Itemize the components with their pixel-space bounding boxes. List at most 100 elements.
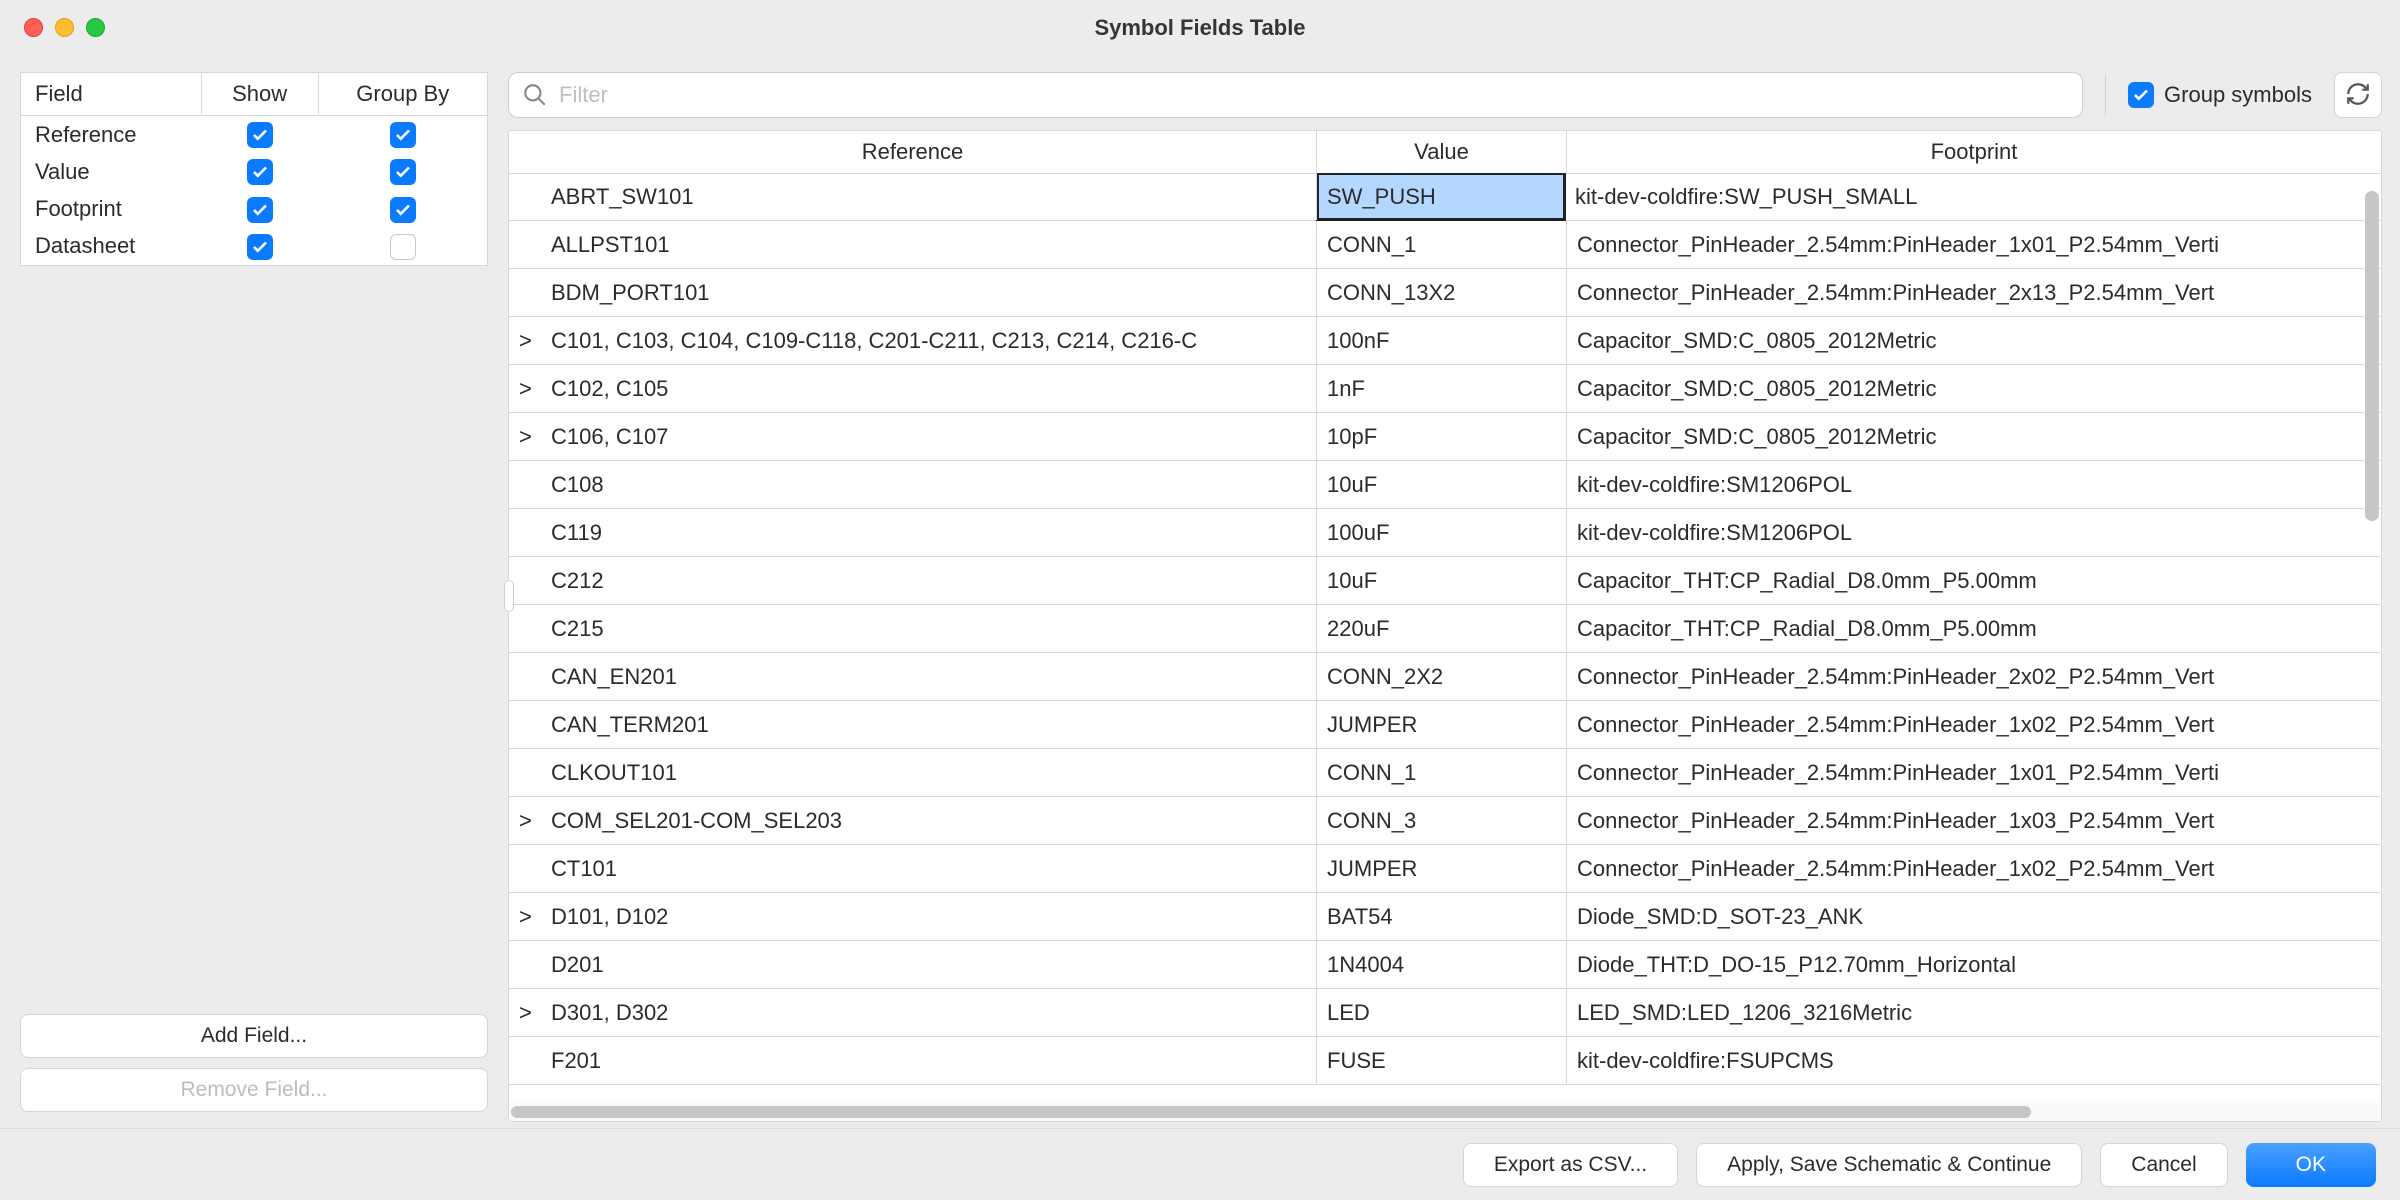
cell-value[interactable]: FUSE: [1317, 1037, 1567, 1084]
cell-footprint[interactable]: kit-dev-coldfire:SM1206POL: [1567, 461, 2381, 508]
table-row[interactable]: CLKOUT101CONN_1Connector_PinHeader_2.54m…: [509, 749, 2381, 797]
cell-reference[interactable]: D201: [509, 941, 1317, 988]
table-row[interactable]: ABRT_SW101SW_PUSHkit-dev-coldfire:SW_PUS…: [509, 173, 2381, 221]
cell-footprint[interactable]: Connector_PinHeader_2.54mm:PinHeader_1x0…: [1567, 797, 2381, 844]
scroll-thumb[interactable]: [511, 1106, 2031, 1118]
cell-value[interactable]: BAT54: [1317, 893, 1567, 940]
table-row[interactable]: >C106, C10710pFCapacitor_SMD:C_0805_2012…: [509, 413, 2381, 461]
table-row[interactable]: CAN_EN201CONN_2X2Connector_PinHeader_2.5…: [509, 653, 2381, 701]
cell-value[interactable]: LED: [1317, 989, 1567, 1036]
expand-chevron-icon[interactable]: >: [519, 1000, 532, 1026]
cell-reference[interactable]: >COM_SEL201-COM_SEL203: [509, 797, 1317, 844]
cell-footprint[interactable]: Connector_PinHeader_2.54mm:PinHeader_1x0…: [1567, 845, 2381, 892]
cell-reference[interactable]: >C101, C103, C104, C109-C118, C201-C211,…: [509, 317, 1317, 364]
cell-value[interactable]: 220uF: [1317, 605, 1567, 652]
cell-footprint[interactable]: kit-dev-coldfire:SM1206POL: [1567, 509, 2381, 556]
table-row[interactable]: ALLPST101CONN_1Connector_PinHeader_2.54m…: [509, 221, 2381, 269]
cell-reference[interactable]: C108: [509, 461, 1317, 508]
cell-value[interactable]: 100nF: [1317, 317, 1567, 364]
table-row[interactable]: C10810uFkit-dev-coldfire:SM1206POL: [509, 461, 2381, 509]
table-row[interactable]: F201FUSEkit-dev-coldfire:FSUPCMS: [509, 1037, 2381, 1085]
table-row[interactable]: C215220uFCapacitor_THT:CP_Radial_D8.0mm_…: [509, 605, 2381, 653]
group-checkbox[interactable]: [390, 159, 416, 185]
table-row[interactable]: C21210uFCapacitor_THT:CP_Radial_D8.0mm_P…: [509, 557, 2381, 605]
cell-reference[interactable]: CAN_EN201: [509, 653, 1317, 700]
expand-chevron-icon[interactable]: >: [519, 904, 532, 930]
export-csv-button[interactable]: Export as CSV...: [1463, 1143, 1678, 1187]
cell-footprint[interactable]: Capacitor_SMD:C_0805_2012Metric: [1567, 413, 2381, 460]
cell-reference[interactable]: F201: [509, 1037, 1317, 1084]
cell-footprint[interactable]: Connector_PinHeader_2.54mm:PinHeader_1x0…: [1567, 701, 2381, 748]
group-checkbox[interactable]: [390, 122, 416, 148]
cell-reference[interactable]: >D301, D302: [509, 989, 1317, 1036]
cell-value[interactable]: 1N4004: [1317, 941, 1567, 988]
cell-value[interactable]: CONN_13X2: [1317, 269, 1567, 316]
cell-footprint[interactable]: Diode_SMD:D_SOT-23_ANK: [1567, 893, 2381, 940]
cell-reference[interactable]: CT101: [509, 845, 1317, 892]
cell-footprint[interactable]: Connector_PinHeader_2.54mm:PinHeader_2x1…: [1567, 269, 2381, 316]
cell-footprint[interactable]: Capacitor_SMD:C_0805_2012Metric: [1567, 317, 2381, 364]
cell-reference[interactable]: BDM_PORT101: [509, 269, 1317, 316]
col-footprint[interactable]: Footprint: [1567, 131, 2381, 173]
cell-value[interactable]: JUMPER: [1317, 845, 1567, 892]
cell-value[interactable]: CONN_2X2: [1317, 653, 1567, 700]
group-symbols-checkbox[interactable]: [2128, 82, 2154, 108]
cell-reference[interactable]: ABRT_SW101: [509, 173, 1317, 220]
cell-footprint[interactable]: kit-dev-coldfire:SW_PUSH_SMALL: [1565, 173, 2381, 220]
add-field-button[interactable]: Add Field...: [20, 1014, 488, 1058]
cell-reference[interactable]: >C106, C107: [509, 413, 1317, 460]
cell-reference[interactable]: >C102, C105: [509, 365, 1317, 412]
cell-footprint[interactable]: kit-dev-coldfire:FSUPCMS: [1567, 1037, 2381, 1084]
cell-value[interactable]: SW_PUSH: [1316, 173, 1566, 221]
table-row[interactable]: C119100uFkit-dev-coldfire:SM1206POL: [509, 509, 2381, 557]
cell-reference[interactable]: CAN_TERM201: [509, 701, 1317, 748]
cell-value[interactable]: CONN_1: [1317, 221, 1567, 268]
table-row[interactable]: CAN_TERM201JUMPERConnector_PinHeader_2.5…: [509, 701, 2381, 749]
table-row[interactable]: >C101, C103, C104, C109-C118, C201-C211,…: [509, 317, 2381, 365]
cell-reference[interactable]: C215: [509, 605, 1317, 652]
group-checkbox[interactable]: [390, 234, 416, 260]
cell-footprint[interactable]: Capacitor_SMD:C_0805_2012Metric: [1567, 365, 2381, 412]
cell-value[interactable]: 1nF: [1317, 365, 1567, 412]
cell-value[interactable]: 100uF: [1317, 509, 1567, 556]
group-symbols-option[interactable]: Group symbols: [2128, 82, 2312, 108]
expand-chevron-icon[interactable]: >: [519, 376, 532, 402]
table-row[interactable]: >D101, D102BAT54Diode_SMD:D_SOT-23_ANK: [509, 893, 2381, 941]
apply-save-button[interactable]: Apply, Save Schematic & Continue: [1696, 1143, 2082, 1187]
cell-value[interactable]: 10uF: [1317, 557, 1567, 604]
expand-chevron-icon[interactable]: >: [519, 424, 532, 450]
close-window-button[interactable]: [24, 18, 43, 37]
cell-reference[interactable]: C119: [509, 509, 1317, 556]
cell-footprint[interactable]: Connector_PinHeader_2.54mm:PinHeader_1x0…: [1567, 749, 2381, 796]
table-row[interactable]: >C102, C1051nFCapacitor_SMD:C_0805_2012M…: [509, 365, 2381, 413]
cell-footprint[interactable]: LED_SMD:LED_1206_3216Metric: [1567, 989, 2381, 1036]
cell-footprint[interactable]: Capacitor_THT:CP_Radial_D8.0mm_P5.00mm: [1567, 557, 2381, 604]
col-reference[interactable]: Reference: [509, 131, 1317, 173]
cell-reference[interactable]: CLKOUT101: [509, 749, 1317, 796]
cell-value[interactable]: CONN_3: [1317, 797, 1567, 844]
zoom-window-button[interactable]: [86, 18, 105, 37]
col-value[interactable]: Value: [1317, 131, 1567, 173]
cell-footprint[interactable]: Connector_PinHeader_2.54mm:PinHeader_2x0…: [1567, 653, 2381, 700]
table-row[interactable]: BDM_PORT101CONN_13X2Connector_PinHeader_…: [509, 269, 2381, 317]
cell-reference[interactable]: >D101, D102: [509, 893, 1317, 940]
refresh-button[interactable]: [2334, 72, 2382, 118]
horizontal-scrollbar[interactable]: [509, 1103, 2381, 1121]
cell-value[interactable]: CONN_1: [1317, 749, 1567, 796]
show-checkbox[interactable]: [247, 122, 273, 148]
splitter-handle[interactable]: [504, 580, 514, 612]
group-checkbox[interactable]: [390, 197, 416, 223]
cell-footprint[interactable]: Diode_THT:D_DO-15_P12.70mm_Horizontal: [1567, 941, 2381, 988]
filter-input[interactable]: [508, 72, 2083, 118]
minimize-window-button[interactable]: [55, 18, 74, 37]
cell-reference[interactable]: ALLPST101: [509, 221, 1317, 268]
show-checkbox[interactable]: [247, 197, 273, 223]
show-checkbox[interactable]: [247, 234, 273, 260]
show-checkbox[interactable]: [247, 159, 273, 185]
cell-value[interactable]: 10uF: [1317, 461, 1567, 508]
cell-value[interactable]: 10pF: [1317, 413, 1567, 460]
table-row[interactable]: >COM_SEL201-COM_SEL203CONN_3Connector_Pi…: [509, 797, 2381, 845]
cell-footprint[interactable]: Capacitor_THT:CP_Radial_D8.0mm_P5.00mm: [1567, 605, 2381, 652]
cell-reference[interactable]: C212: [509, 557, 1317, 604]
table-row[interactable]: >D301, D302LEDLED_SMD:LED_1206_3216Metri…: [509, 989, 2381, 1037]
